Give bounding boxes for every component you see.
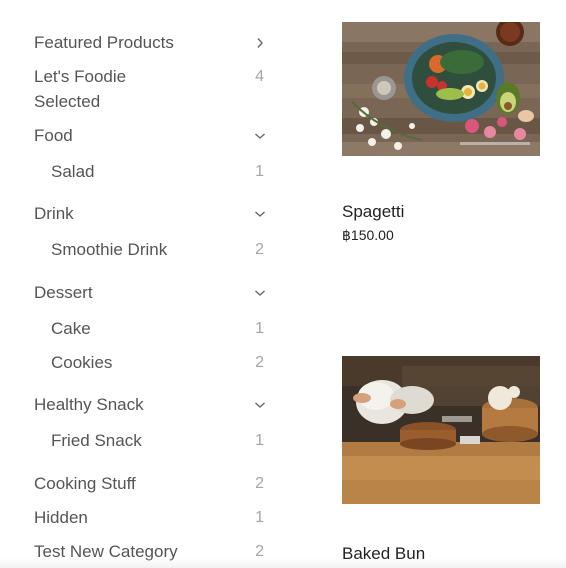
sidebar-item-label: Let's Foodie Selected	[34, 67, 127, 111]
sidebar-item-fried-snack[interactable]: Fried Snack 1	[51, 428, 266, 453]
category-sidebar: Featured Products Let's Foodie Selected …	[0, 0, 290, 568]
chevron-down-icon[interactable]	[254, 123, 266, 148]
item-count: 1	[255, 320, 264, 337]
sidebar-item-label: Fried Snack	[51, 431, 142, 450]
sidebar-item-label: Smoothie Drink	[51, 240, 168, 259]
chevron-down-icon[interactable]	[254, 201, 266, 226]
item-count: 1	[255, 432, 264, 449]
sidebar-item-label: Cookies	[51, 353, 113, 372]
sidebar-item-drink[interactable]: Drink	[34, 201, 266, 226]
chevron-down-icon[interactable]	[254, 280, 266, 305]
sidebar-item-label: Food	[34, 126, 73, 145]
sidebar-item-label: Salad	[51, 162, 95, 181]
item-count: 1	[255, 509, 264, 526]
sidebar-item-label: Hidden	[34, 508, 88, 527]
sidebar-item-label: Drink	[34, 204, 74, 223]
chevron-down-icon[interactable]	[254, 392, 266, 417]
sidebar-item-cookies[interactable]: Cookies 2	[51, 350, 266, 375]
item-count: 2	[255, 241, 264, 258]
sidebar-item-label: Healthy Snack	[34, 395, 144, 414]
sidebar-item-label: Featured Products	[34, 33, 174, 52]
sidebar-item-cooking-stuff[interactable]: Cooking Stuff 2	[34, 471, 266, 496]
item-count: 2	[255, 475, 264, 492]
sidebar-item-featured-products[interactable]: Featured Products	[34, 30, 266, 55]
product-grid: Spagetti ฿150.00 Baked Bun	[342, 0, 542, 568]
sidebar-item-healthy-snack[interactable]: Healthy Snack	[34, 392, 266, 417]
sidebar-item-label: Cooking Stuff	[34, 474, 136, 493]
item-count: 1	[255, 163, 264, 180]
sidebar-item-salad[interactable]: Salad 1	[51, 159, 266, 184]
sidebar-item-label: Dessert	[34, 283, 93, 302]
sidebar-item-label: Cake	[51, 319, 91, 338]
product-card[interactable]: Baked Bun	[342, 356, 540, 568]
sidebar-item-dessert[interactable]: Dessert	[34, 280, 266, 305]
sidebar-item-lets-foodie-selected[interactable]: Let's Foodie Selected 4	[34, 64, 266, 114]
sidebar-item-smoothie-drink[interactable]: Smoothie Drink 2	[51, 237, 266, 262]
item-count: 4	[255, 68, 264, 85]
sidebar-item-hidden[interactable]: Hidden 1	[34, 505, 266, 530]
product-image[interactable]	[342, 356, 540, 504]
product-card[interactable]: Spagetti ฿150.00	[342, 22, 540, 243]
product-image[interactable]	[342, 22, 540, 156]
chevron-right-icon[interactable]	[254, 30, 266, 55]
item-count: 2	[255, 354, 264, 371]
product-name[interactable]: Spagetti	[342, 202, 404, 222]
sidebar-item-food[interactable]: Food	[34, 123, 266, 148]
product-price: ฿150.00	[342, 227, 394, 243]
sidebar-item-cake[interactable]: Cake 1	[51, 316, 266, 341]
scroll-fade	[0, 558, 566, 568]
